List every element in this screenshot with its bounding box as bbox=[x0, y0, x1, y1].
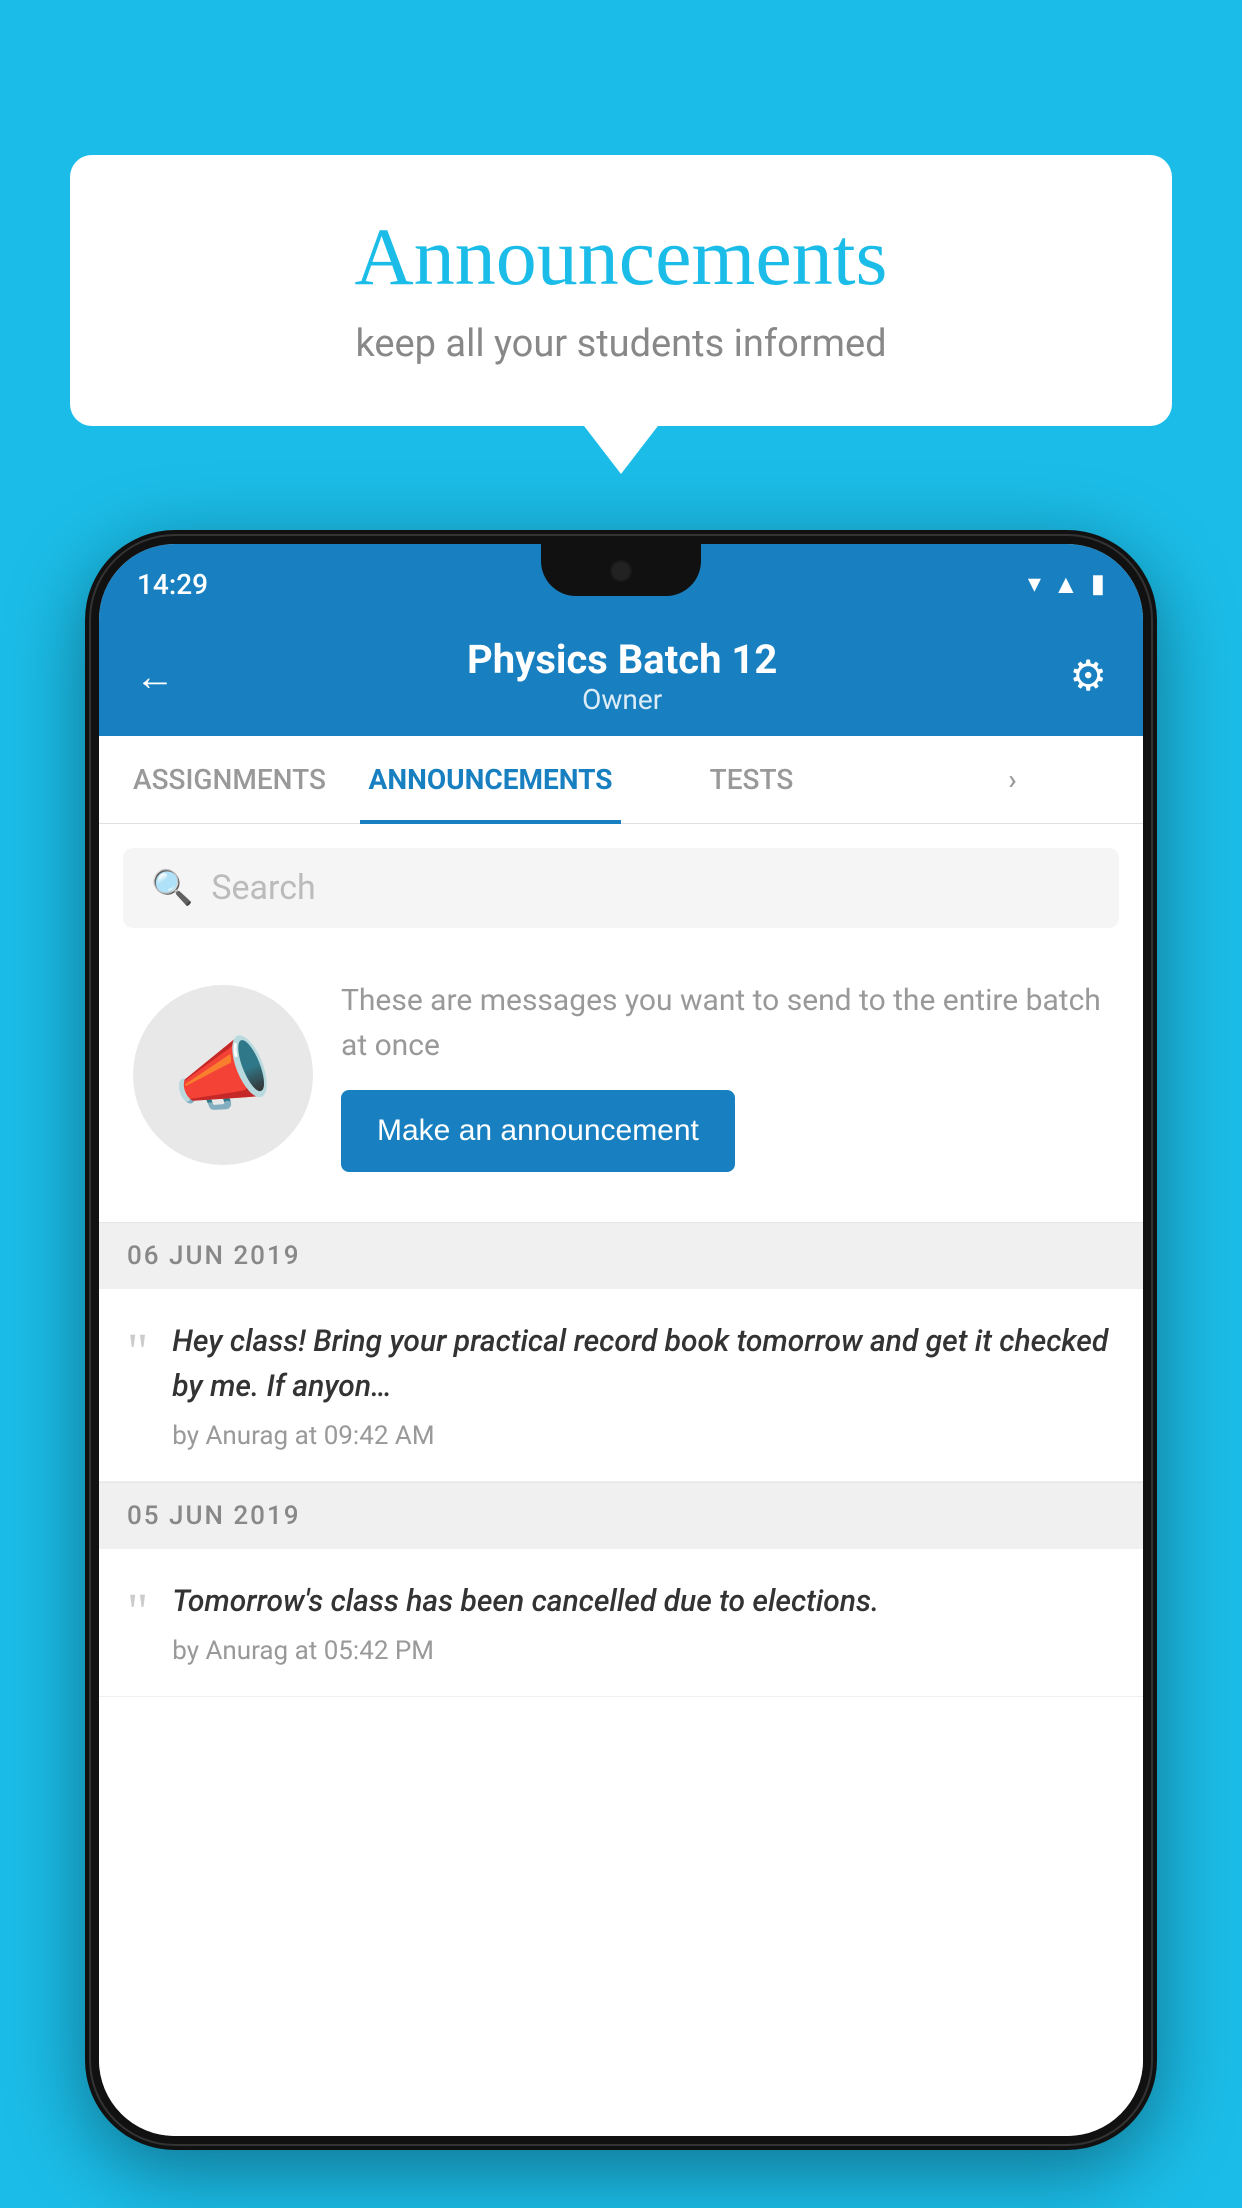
screen-content: 🔍 Search 📣 These are messages you want t… bbox=[99, 824, 1143, 2136]
date-separator-2: 05 JUN 2019 bbox=[99, 1482, 1143, 1549]
make-announcement-button[interactable]: Make an announcement bbox=[341, 1090, 735, 1172]
status-icons: ▾ ▲ ▮ bbox=[1028, 561, 1105, 600]
announcement-meta-2: by Anurag at 05:42 PM bbox=[172, 1636, 1115, 1666]
tab-tests[interactable]: TESTS bbox=[621, 735, 882, 824]
signal-icon: ▲ bbox=[1053, 569, 1079, 600]
phone-screen: 14:29 ▾ ▲ ▮ ← Physics Batch 12 Owner ⚙ bbox=[99, 544, 1143, 2136]
tab-announcements[interactable]: ANNOUNCEMENTS bbox=[360, 735, 621, 824]
tab-assignments[interactable]: ASSIGNMENTS bbox=[99, 735, 360, 824]
batch-title: Physics Batch 12 bbox=[175, 636, 1069, 683]
bubble-title: Announcements bbox=[130, 210, 1112, 304]
announcement-text-2: Tomorrow's class has been cancelled due … bbox=[172, 1579, 1115, 1666]
app-header: ← Physics Batch 12 Owner ⚙ bbox=[99, 616, 1143, 736]
tabs-bar: ASSIGNMENTS ANNOUNCEMENTS TESTS › bbox=[99, 736, 1143, 824]
quote-icon-2: " bbox=[127, 1587, 148, 1639]
announcement-item-2[interactable]: " Tomorrow's class has been cancelled du… bbox=[99, 1549, 1143, 1697]
speech-bubble-container: Announcements keep all your students inf… bbox=[70, 155, 1172, 426]
quote-icon-1: " bbox=[127, 1327, 148, 1379]
announcement-text-1: Hey class! Bring your practical record b… bbox=[172, 1319, 1115, 1451]
phone: 14:29 ▾ ▲ ▮ ← Physics Batch 12 Owner ⚙ bbox=[85, 530, 1157, 2150]
settings-icon[interactable]: ⚙ bbox=[1069, 651, 1107, 701]
megaphone-circle: 📣 bbox=[133, 985, 313, 1165]
battery-icon: ▮ bbox=[1091, 569, 1105, 599]
wifi-icon: ▾ bbox=[1028, 569, 1041, 599]
back-button[interactable]: ← bbox=[135, 653, 175, 700]
header-center: Physics Batch 12 Owner bbox=[175, 636, 1069, 716]
announcement-item-1[interactable]: " Hey class! Bring your practical record… bbox=[99, 1289, 1143, 1482]
search-placeholder-text: Search bbox=[211, 868, 315, 908]
phone-container: 14:29 ▾ ▲ ▮ ← Physics Batch 12 Owner ⚙ bbox=[85, 530, 1157, 2208]
announcement-right: These are messages you want to send to t… bbox=[341, 978, 1109, 1172]
front-camera bbox=[610, 560, 632, 582]
search-bar[interactable]: 🔍 Search bbox=[123, 848, 1119, 928]
status-time: 14:29 bbox=[137, 560, 208, 601]
announcement-placeholder: 📣 These are messages you want to send to… bbox=[123, 958, 1119, 1192]
megaphone-icon: 📣 bbox=[173, 1028, 273, 1122]
batch-role: Owner bbox=[175, 683, 1069, 716]
announcement-hint: These are messages you want to send to t… bbox=[341, 978, 1109, 1068]
tab-more[interactable]: › bbox=[882, 735, 1143, 824]
notch bbox=[541, 544, 701, 596]
announcement-message-1: Hey class! Bring your practical record b… bbox=[172, 1319, 1115, 1409]
bubble-subtitle: keep all your students informed bbox=[130, 322, 1112, 366]
search-icon: 🔍 bbox=[151, 868, 193, 908]
announcement-message-2: Tomorrow's class has been cancelled due … bbox=[172, 1579, 1115, 1624]
date-separator-1: 06 JUN 2019 bbox=[99, 1222, 1143, 1289]
announcement-meta-1: by Anurag at 09:42 AM bbox=[172, 1421, 1115, 1451]
speech-bubble: Announcements keep all your students inf… bbox=[70, 155, 1172, 426]
